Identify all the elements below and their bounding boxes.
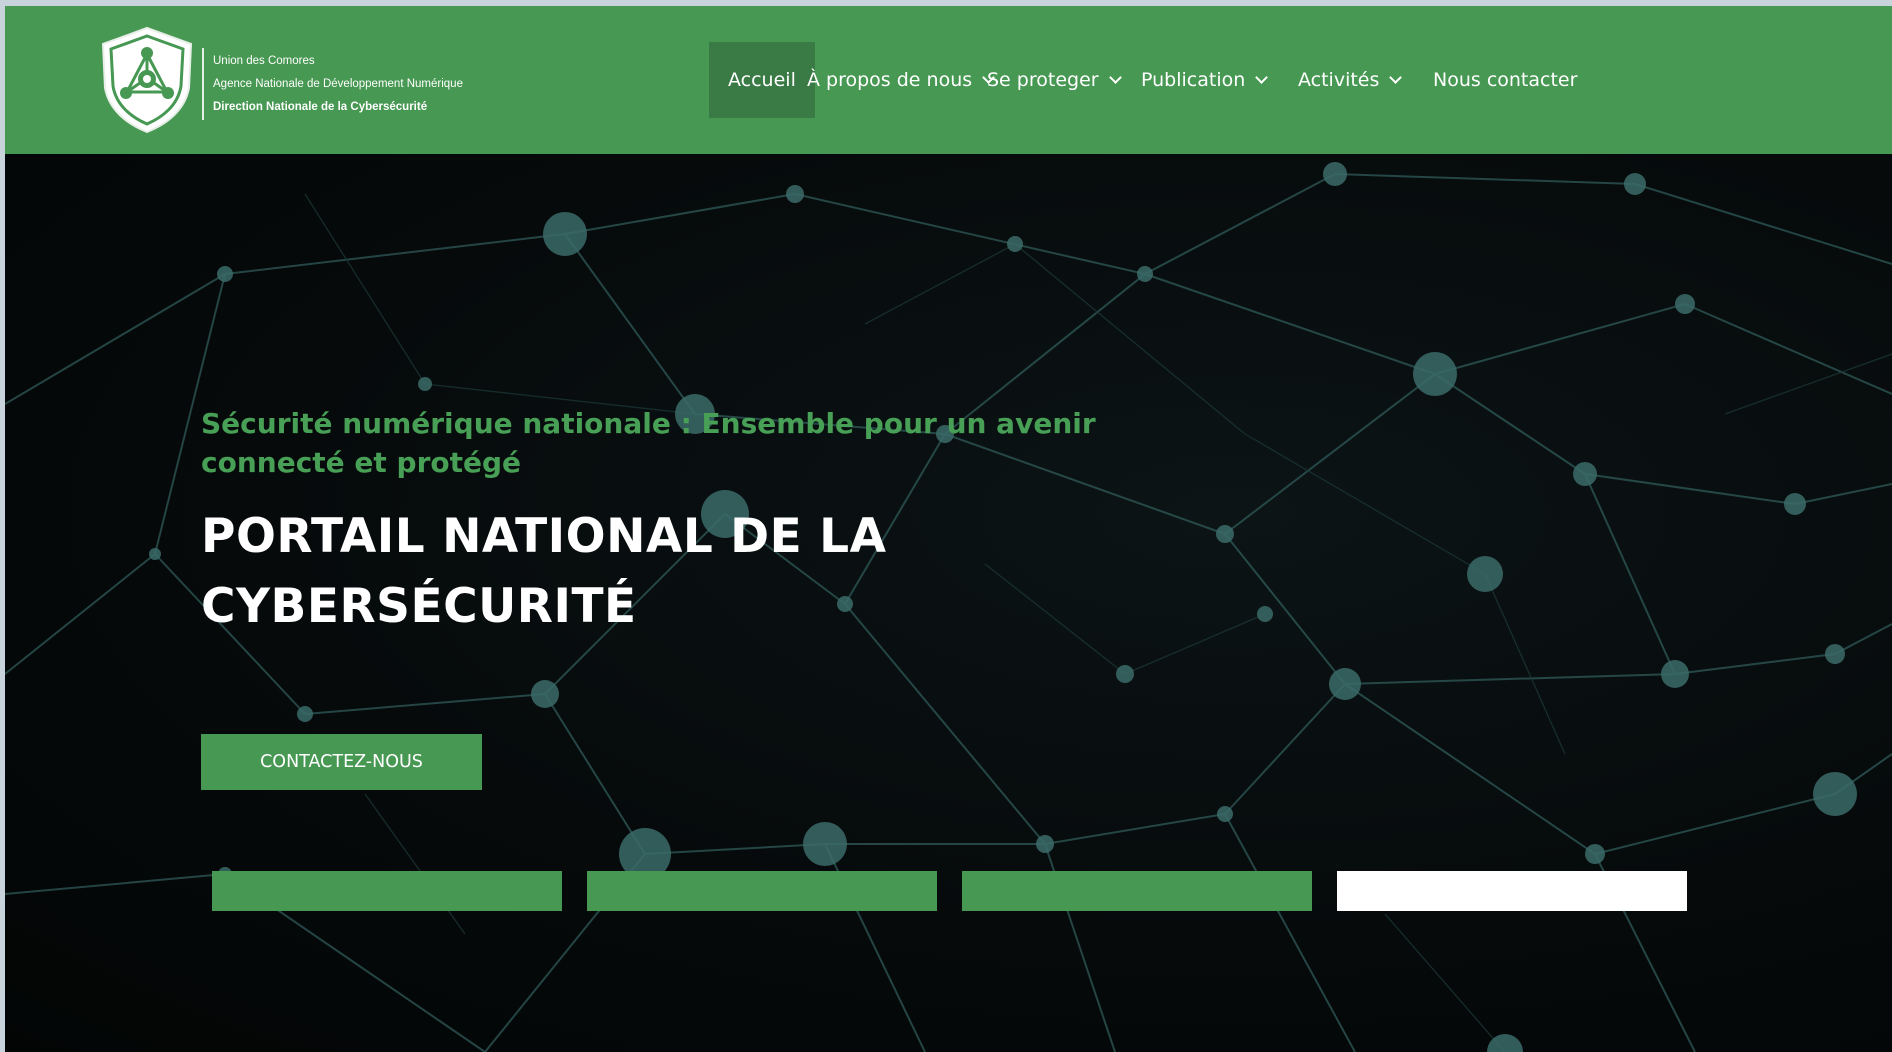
nav-item-label: Se proteger [987, 69, 1099, 91]
logo-line-agency: Agence Nationale de Développement Numéri… [213, 78, 463, 90]
nav-item-accueil[interactable]: Accueil [709, 42, 815, 118]
chevron-down-icon [1108, 71, 1122, 84]
hero-section: Sécurité numérique nationale : Ensemble … [5, 154, 1892, 1052]
nav-item-label: Activités [1298, 69, 1380, 91]
hero-headline: PORTAIL NATIONAL DE LA CYBERSÉCURITÉ [201, 502, 1021, 642]
service-card-4[interactable] [1337, 871, 1687, 911]
shield-logo-icon[interactable] [99, 26, 195, 134]
hero-tagline: Sécurité numérique nationale : Ensemble … [201, 407, 1096, 479]
service-card-3[interactable] [962, 871, 1312, 911]
hero-headline-line2: CYBERSÉCURITÉ [201, 579, 637, 634]
chevron-down-icon [1255, 71, 1269, 84]
nav-item-nous-contacter[interactable]: Nous contacter [1433, 42, 1577, 118]
page: Union des Comores Agence Nationale de Dé… [5, 6, 1892, 1052]
nav-item-label: Accueil [728, 69, 796, 91]
nav-item-label: Nous contacter [1433, 69, 1578, 91]
nav-item-label: À propos de nous [807, 69, 973, 91]
logo-line-country: Union des Comores [213, 55, 315, 67]
nav-item-label: Publication [1141, 69, 1246, 91]
hero-headline-line1: PORTAIL NATIONAL DE LA [201, 509, 887, 564]
site-header: Union des Comores Agence Nationale de Dé… [5, 6, 1892, 154]
service-card-1[interactable] [212, 871, 562, 911]
nav-item-se-proteger[interactable]: Se proteger [987, 42, 1122, 118]
nav-item-publication[interactable]: Publication [1141, 42, 1269, 118]
nav-item-activites[interactable]: Activités [1298, 42, 1403, 118]
service-card-2[interactable] [587, 871, 937, 911]
logo-divider [202, 48, 204, 120]
logo-line-direction: Direction Nationale de la Cybersécurité [213, 101, 428, 113]
nav-item-a-propos[interactable]: À propos de nous [807, 42, 996, 118]
logo-text[interactable]: Union des Comores Agence Nationale de Dé… [213, 50, 463, 119]
contact-us-button[interactable]: CONTACTEZ-NOUS [201, 734, 482, 790]
chevron-down-icon [1389, 71, 1403, 84]
